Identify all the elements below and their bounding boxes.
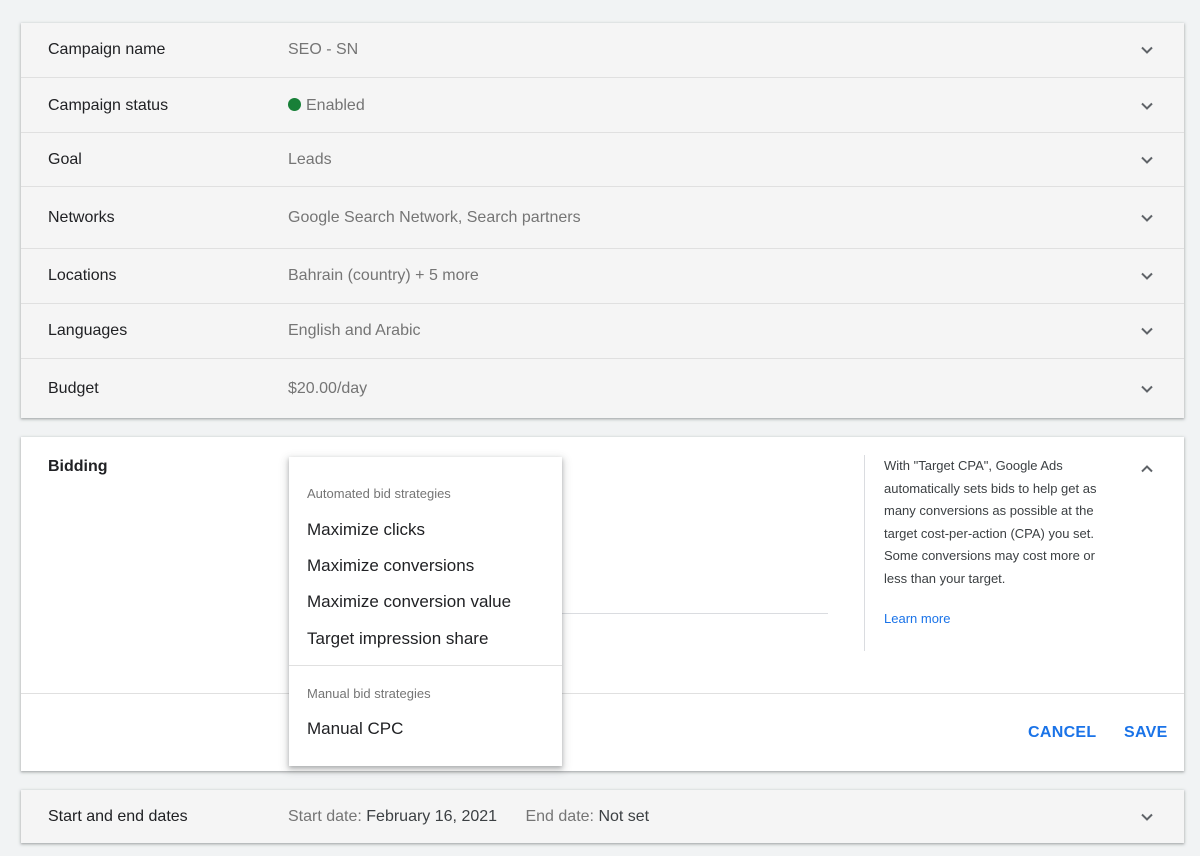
chevron-down-icon[interactable] (1140, 810, 1154, 824)
row-label: Goal (48, 151, 82, 168)
row-value: $20.00/day (288, 380, 368, 397)
row-campaign-name[interactable]: Campaign name SEO - SN (21, 23, 1184, 77)
menu-item-target-impression-share[interactable]: Target impression share (307, 629, 488, 649)
row-label: Languages (48, 322, 128, 339)
chevron-down-icon[interactable] (1140, 153, 1154, 167)
end-date-label: End date: (525, 808, 594, 825)
start-date-value: February 16, 2021 (366, 808, 498, 825)
campaign-summary-card: Campaign name SEO - SN Campaign status E… (21, 23, 1184, 418)
row-locations[interactable]: Locations Bahrain (country) + 5 more (21, 248, 1184, 303)
chevron-down-icon[interactable] (1140, 382, 1154, 396)
bidding-card: Bidding With "Target CPA", Google Ads au… (21, 437, 1184, 771)
status-dot-icon (288, 98, 301, 111)
info-divider (864, 455, 865, 651)
manual-group-label: Manual bid strategies (307, 686, 431, 701)
row-label: Budget (48, 380, 99, 397)
footer-divider (21, 693, 1184, 694)
menu-divider (289, 665, 562, 666)
status-badge: Enabled (288, 96, 365, 116)
cancel-button[interactable]: CANCEL (1028, 724, 1096, 742)
row-budget[interactable]: Budget $20.00/day (21, 358, 1184, 418)
row-value: SEO - SN (288, 41, 359, 58)
menu-item-manual-cpc[interactable]: Manual CPC (307, 719, 403, 739)
start-date-label: Start date: (288, 808, 362, 825)
row-networks[interactable]: Networks Google Search Network, Search p… (21, 186, 1184, 248)
row-languages[interactable]: Languages English and Arabic (21, 303, 1184, 358)
dates-label: Start and end dates (48, 808, 188, 825)
row-label: Locations (48, 267, 117, 284)
row-value: Google Search Network, Search partners (288, 209, 581, 226)
chevron-down-icon[interactable] (1140, 43, 1154, 57)
chevron-down-icon[interactable] (1140, 269, 1154, 283)
row-value: Leads (288, 151, 332, 168)
menu-item-maximize-conversions[interactable]: Maximize conversions (307, 556, 474, 576)
row-value: Bahrain (country) + 5 more (288, 267, 479, 284)
status-text: Enabled (306, 97, 365, 114)
bid-strategy-field-underline (561, 613, 828, 614)
bid-strategy-dropdown: Automated bid strategies Maximize clicks… (289, 457, 562, 766)
chevron-down-icon[interactable] (1140, 211, 1154, 225)
chevron-down-icon[interactable] (1140, 99, 1154, 113)
automated-group-label: Automated bid strategies (307, 486, 451, 501)
row-label: Networks (48, 209, 115, 226)
chevron-up-icon[interactable] (1140, 462, 1154, 476)
bidding-info-text: With "Target CPA", Google Ads automatica… (884, 458, 1097, 586)
bidding-title: Bidding (48, 458, 108, 475)
dates-card[interactable]: Start and end dates Start date: February… (21, 790, 1184, 843)
row-goal[interactable]: Goal Leads (21, 132, 1184, 186)
row-label: Campaign name (48, 41, 166, 58)
row-label: Campaign status (48, 97, 169, 114)
menu-item-maximize-conversion-value[interactable]: Maximize conversion value (307, 592, 511, 612)
learn-more-link[interactable]: Learn more (884, 611, 950, 626)
end-date-value: Not set (598, 808, 650, 825)
save-button[interactable]: SAVE (1124, 724, 1168, 742)
row-campaign-status[interactable]: Campaign status Enabled (21, 77, 1184, 132)
row-value: English and Arabic (288, 322, 421, 339)
chevron-down-icon[interactable] (1140, 324, 1154, 338)
dates-value: Start date: February 16, 2021 End date: … (288, 807, 649, 827)
menu-item-maximize-clicks[interactable]: Maximize clicks (307, 520, 425, 540)
